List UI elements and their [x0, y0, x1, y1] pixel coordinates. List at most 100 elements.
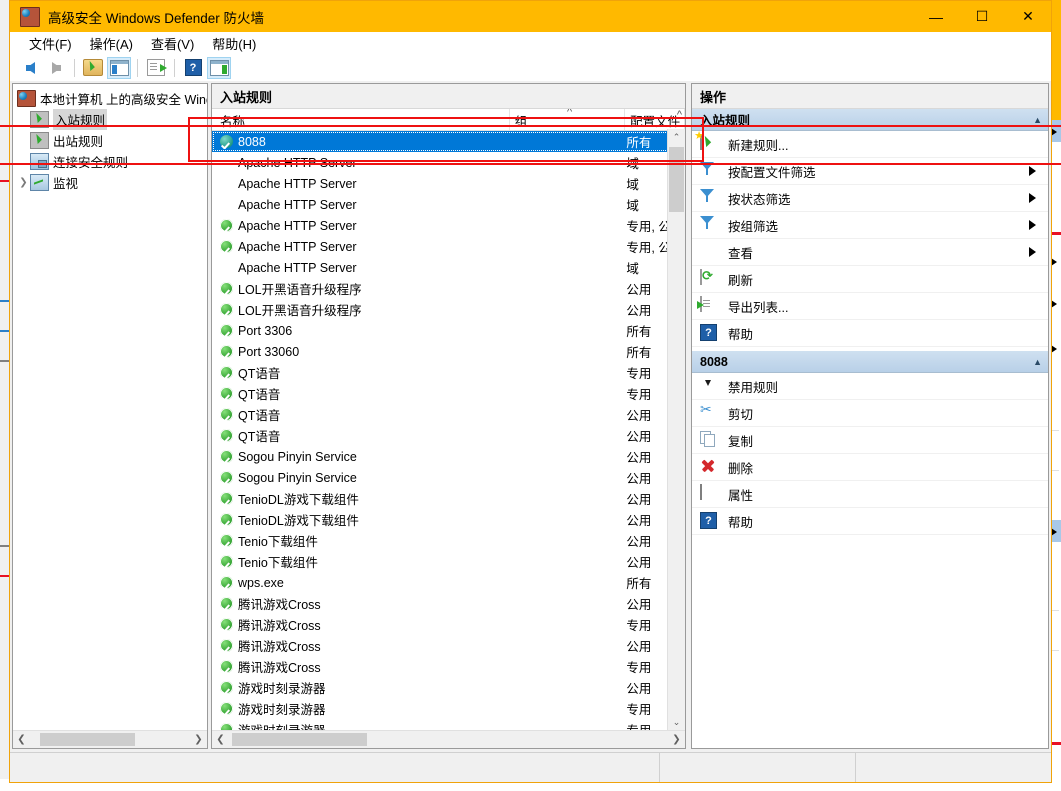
menu-view[interactable]: 查看(V): [142, 32, 203, 55]
table-row[interactable]: Apache HTTP Server域: [212, 257, 685, 278]
action-item[interactable]: 查看: [692, 239, 1048, 266]
action-item[interactable]: 新建规则...: [692, 131, 1048, 158]
scroll-thumb[interactable]: [232, 733, 367, 746]
action-item[interactable]: 复制: [692, 427, 1048, 454]
table-row[interactable]: Apache HTTP Server 专用, 公.: [212, 215, 685, 236]
sidebar-item-outbound-rules[interactable]: 出站规则: [13, 130, 207, 151]
table-row[interactable]: Sogou Pinyin Service 公用: [212, 446, 685, 467]
table-row[interactable]: 游戏时刻录游器 公用: [212, 677, 685, 698]
refresh-icon: [700, 269, 702, 285]
action-item-label: 属性: [728, 488, 754, 503]
sidebar-item-label: 监视: [53, 177, 79, 191]
help-icon: ?: [700, 324, 720, 342]
table-row[interactable]: LOL开黑语音升级程序 公用: [212, 299, 685, 320]
minimize-button[interactable]: —: [913, 1, 959, 32]
table-row[interactable]: QT语音 专用: [212, 383, 685, 404]
tree-horizontal-scrollbar[interactable]: ❮ ❯: [13, 730, 207, 748]
table-row[interactable]: 腾讯游戏Cross 专用: [212, 614, 685, 635]
table-row[interactable]: LOL开黑语音升级程序 公用: [212, 278, 685, 299]
table-row[interactable]: QT语音 专用: [212, 362, 685, 383]
rule-name-label: 游戏时刻录游器: [238, 682, 326, 696]
submenu-arrow-icon[interactable]: [1029, 193, 1036, 203]
list-horizontal-scrollbar[interactable]: ❮ ❯: [212, 730, 685, 748]
export-list-button[interactable]: [144, 57, 168, 79]
column-header-label: 名称: [220, 115, 246, 129]
table-row[interactable]: Apache HTTP Server域: [212, 173, 685, 194]
table-row[interactable]: Tenio下载组件 公用: [212, 551, 685, 572]
scroll-left-arrow-icon[interactable]: ❮: [212, 734, 229, 745]
action-item[interactable]: 按状态筛选: [692, 185, 1048, 212]
show-tree-pane-button[interactable]: [107, 56, 131, 79]
list-vertical-scrollbar[interactable]: ⌃ ⌄: [667, 129, 685, 731]
menu-file[interactable]: 文件(F): [20, 32, 81, 55]
table-row[interactable]: 腾讯游戏Cross 专用: [212, 656, 685, 677]
green-check-icon: [220, 660, 233, 673]
table-row[interactable]: 游戏时刻录游器专用: [212, 719, 685, 730]
table-row[interactable]: 腾讯游戏Cross 公用: [212, 593, 685, 614]
action-item[interactable]: ? 帮助: [692, 320, 1048, 347]
forward-button[interactable]: [44, 57, 68, 79]
scroll-left-arrow-icon[interactable]: ❮: [13, 734, 30, 745]
cell-rule-name: 游戏时刻录游器: [212, 678, 512, 697]
table-row[interactable]: wps.exe 所有: [212, 572, 685, 593]
actions-section-header[interactable]: 入站规则 ▲: [692, 109, 1048, 131]
action-item[interactable]: 禁用规则: [692, 373, 1048, 400]
green-check-icon: [220, 492, 233, 505]
tree-root-node[interactable]: 本地计算机 上的高级安全 Wind: [13, 88, 207, 109]
submenu-arrow-icon[interactable]: [1029, 247, 1036, 257]
table-row[interactable]: QT语音 公用: [212, 404, 685, 425]
submenu-arrow-icon[interactable]: [1029, 220, 1036, 230]
table-row[interactable]: Tenio下载组件 公用: [212, 530, 685, 551]
table-row[interactable]: TenioDL游戏下载组件 公用: [212, 509, 685, 530]
scroll-right-arrow-icon[interactable]: ❯: [668, 734, 685, 745]
scroll-up-arrow-icon[interactable]: ⌃: [668, 129, 685, 146]
cell-rule-name: Apache HTTP Server: [212, 240, 512, 254]
scroll-thumb[interactable]: [40, 733, 135, 746]
list-pane-title: 入站规则: [212, 84, 685, 109]
action-item[interactable]: 剪切: [692, 400, 1048, 427]
table-row[interactable]: Sogou Pinyin Service 公用: [212, 467, 685, 488]
actions-section-header[interactable]: 8088 ▲: [692, 351, 1048, 373]
cell-rule-name: Apache HTTP Server: [212, 177, 512, 191]
menu-help[interactable]: 帮助(H): [203, 32, 265, 55]
back-button[interactable]: [18, 57, 42, 79]
action-item[interactable]: ? 帮助: [692, 508, 1048, 535]
help-icon: ?: [700, 324, 717, 341]
actions-pane: 操作 入站规则▲新建规则...按配置文件筛选按状态筛选按组筛选查看刷新导出列表.…: [691, 83, 1049, 749]
status-segment: [855, 753, 1051, 782]
table-row[interactable]: Port 33060 所有: [212, 341, 685, 362]
action-item-label: 删除: [728, 461, 754, 476]
table-row[interactable]: 腾讯游戏Cross 公用: [212, 635, 685, 656]
toolbar: ?: [10, 54, 1051, 82]
scroll-thumb[interactable]: [669, 147, 684, 212]
rules-list-rows[interactable]: 8088 所有 Apache HTTP Server 域 Apache HTTP Ser…: [212, 131, 685, 730]
scroll-right-arrow-icon[interactable]: ❯: [190, 734, 207, 745]
table-row[interactable]: Port 3306 所有: [212, 320, 685, 341]
sidebar-item-connection-security-rules[interactable]: 连接安全规则: [13, 151, 207, 172]
collapse-caret-icon[interactable]: ▲: [1033, 115, 1042, 125]
maximize-button[interactable]: ☐: [959, 1, 1005, 32]
collapse-caret-icon[interactable]: ▲: [1033, 357, 1042, 367]
table-row[interactable]: 8088 所有: [212, 131, 685, 152]
action-item[interactable]: 删除: [692, 454, 1048, 481]
scroll-down-arrow-icon[interactable]: ⌄: [668, 714, 685, 731]
help-button[interactable]: ?: [181, 57, 205, 79]
action-item[interactable]: 按组筛选: [692, 212, 1048, 239]
action-item[interactable]: 导出列表...: [692, 293, 1048, 320]
chevron-right-icon[interactable]: ❯: [17, 177, 30, 188]
submenu-arrow-icon[interactable]: [1029, 166, 1036, 176]
table-row[interactable]: Apache HTTP Server域: [212, 194, 685, 215]
close-button[interactable]: ✕: [1005, 1, 1051, 32]
action-item[interactable]: 属性: [692, 481, 1048, 508]
show-action-pane-button[interactable]: [207, 56, 231, 79]
up-folder-button[interactable]: [81, 57, 105, 79]
table-row[interactable]: 游戏时刻录游器专用: [212, 698, 685, 719]
teal-check-icon: [220, 135, 233, 148]
action-item[interactable]: 刷新: [692, 266, 1048, 293]
table-row[interactable]: TenioDL游戏下载组件 公用: [212, 488, 685, 509]
table-row[interactable]: Apache HTTP Server 专用, 公.: [212, 236, 685, 257]
menu-action[interactable]: 操作(A): [81, 32, 142, 55]
sidebar-item-monitoring[interactable]: ❯ 监视: [13, 172, 207, 193]
cell-rule-name: Sogou Pinyin Service: [212, 450, 512, 464]
table-row[interactable]: QT语音 公用: [212, 425, 685, 446]
